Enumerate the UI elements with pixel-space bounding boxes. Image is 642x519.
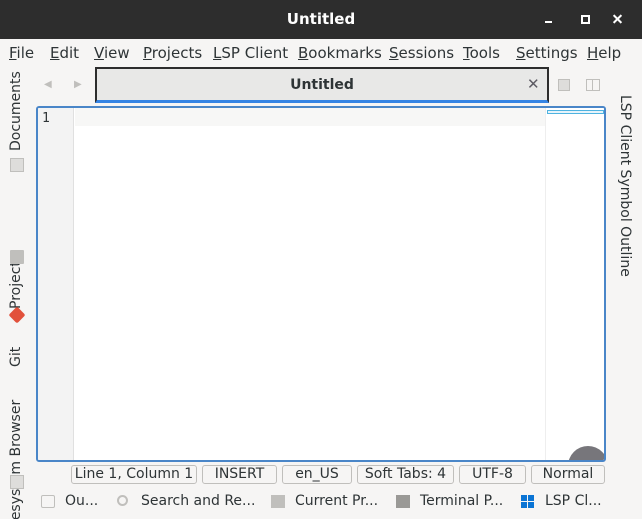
right-sidebar[interactable]: LSP Client Symbol Outline — [609, 95, 642, 295]
minimap-scrollbar[interactable] — [545, 108, 604, 460]
back-arrow-icon[interactable]: ◀ — [44, 79, 54, 90]
tab-list-icon[interactable] — [558, 79, 570, 91]
menu-sessions[interactable]: Sessions — [389, 44, 454, 62]
search-icon — [117, 495, 128, 506]
left-sidebar: Documents Projects Git Filesystem Browse… — [0, 67, 35, 519]
edit-mode[interactable]: INSERT — [202, 465, 277, 484]
git-icon — [8, 306, 26, 324]
menu-help[interactable]: Help — [587, 44, 621, 62]
status-bar: Line 1, Column 1 INSERT en_US Soft Tabs:… — [0, 464, 642, 486]
line-number: 1 — [42, 111, 50, 126]
chat-icon — [41, 495, 55, 508]
tab-title: Untitled — [290, 77, 354, 93]
split-view-icon[interactable] — [586, 79, 600, 91]
dictionary-language[interactable]: en_US — [282, 465, 352, 484]
folder-icon — [10, 250, 24, 264]
maximize-icon[interactable] — [577, 10, 595, 28]
menu-bookmarks[interactable]: Bookmarks — [298, 44, 382, 62]
minimize-icon[interactable] — [541, 10, 559, 28]
bottom-tool-bar: Ou... Search and Re... Current Pr... Ter… — [0, 489, 642, 517]
menu-projects[interactable]: Projects — [143, 44, 202, 62]
menu-settings[interactable]: Settings — [516, 44, 578, 62]
menu-edit[interactable]: Edit — [50, 44, 79, 62]
project-icon — [271, 495, 285, 508]
minimap-viewport[interactable] — [547, 110, 604, 114]
title-bar[interactable]: Untitled — [0, 0, 642, 39]
menu-lsp-client[interactable]: LSP Client — [213, 44, 288, 62]
scroll-knob[interactable] — [568, 446, 604, 460]
terminal-icon — [396, 495, 410, 508]
tab-untitled[interactable]: Untitled ✕ — [95, 67, 549, 103]
cursor-position[interactable]: Line 1, Column 1 — [71, 465, 197, 484]
sidebar-tab-lsp-symbol-outline[interactable]: LSP Client Symbol Outline — [617, 95, 633, 277]
encoding-setting[interactable]: UTF-8 — [459, 465, 526, 484]
lsp-client-icon — [521, 495, 535, 508]
sidebar-tab-label: Git — [8, 346, 24, 367]
input-mode[interactable]: Normal — [531, 465, 605, 484]
indentation-setting[interactable]: Soft Tabs: 4 — [357, 465, 454, 484]
line-number-gutter: 1 — [38, 108, 74, 460]
forward-arrow-icon[interactable]: ▶ — [74, 79, 84, 90]
close-icon[interactable] — [611, 10, 629, 28]
menu-bar: File Edit View Projects LSP Client Bookm… — [0, 39, 642, 67]
menu-view[interactable]: View — [94, 44, 130, 62]
sidebar-tab-label: Documents — [8, 71, 24, 151]
tab-close-icon[interactable]: ✕ — [527, 75, 540, 93]
current-line-highlight — [75, 108, 545, 126]
menu-tools[interactable]: Tools — [463, 44, 500, 62]
editor-view[interactable]: 1 — [36, 106, 606, 462]
document-icon — [10, 158, 24, 172]
menu-file[interactable]: File — [9, 44, 34, 62]
